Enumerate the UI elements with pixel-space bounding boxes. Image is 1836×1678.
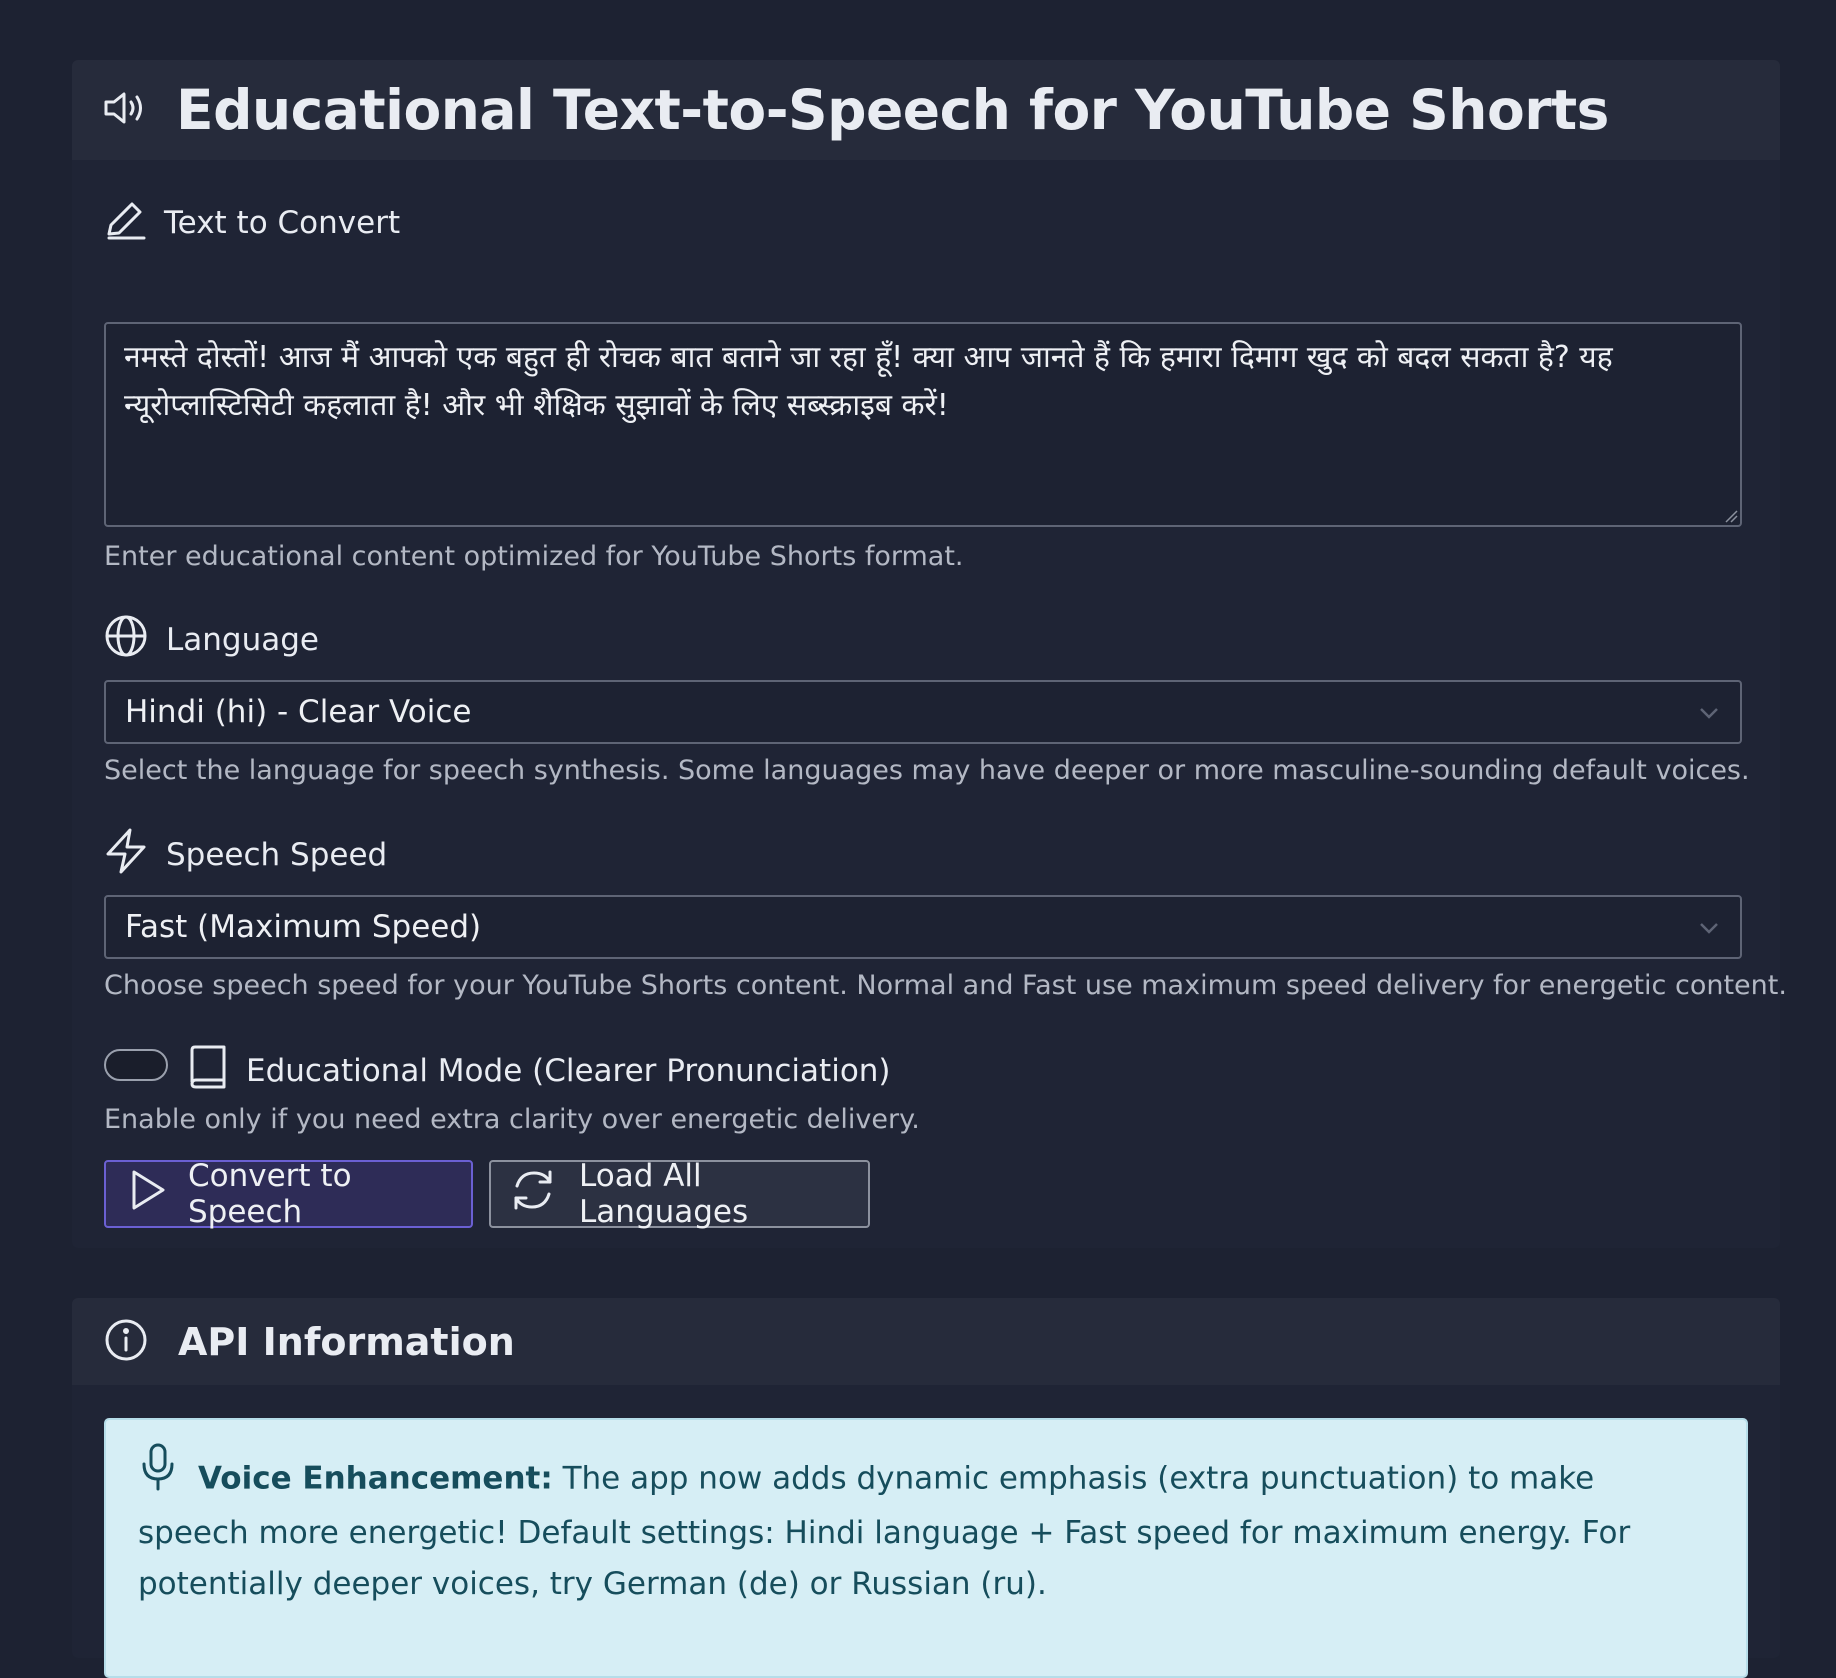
resize-handle-icon[interactable] [1724,509,1738,523]
language-selected-value: Hindi (hi) - Clear Voice [125,694,472,730]
educational-mode-help: Enable only if you need extra clarity ov… [104,1104,920,1135]
book-icon [188,1044,228,1098]
microphone-icon [138,1442,178,1508]
globe-icon [104,614,148,666]
speed-select[interactable]: Fast (Maximum Speed) [104,895,1742,959]
speed-label: Speech Speed [104,828,387,882]
text-field-label: Text to Convert [104,198,400,248]
api-info-card: API Information Voice Enhancement: The a… [72,1298,1780,1678]
lightning-icon [104,828,148,882]
card-header: Educational Text-to-Speech for YouTube S… [72,60,1780,160]
speed-help: Choose speech speed for your YouTube Sho… [104,970,1787,1001]
api-info-title: API Information [178,1319,515,1364]
convert-to-speech-button[interactable]: Convert to Speech [104,1158,473,1230]
alert-title: Voice Enhancement: [198,1460,553,1497]
tts-form-card: Educational Text-to-Speech for YouTube S… [72,60,1787,1248]
language-label: Language [104,614,319,666]
text-input-value: नमस्ते दोस्तों! आज मैं आपको एक बहुत ही र… [124,340,1613,423]
language-help: Select the language for speech synthesis… [104,755,1750,786]
page-title: Educational Text-to-Speech for YouTube S… [176,78,1609,142]
api-info-header: API Information [72,1298,1780,1385]
voice-enhancement-alert: Voice Enhancement: The app now adds dyna… [104,1418,1748,1678]
text-to-convert-input[interactable]: नमस्ते दोस्तों! आज मैं आपको एक बहुत ही र… [104,322,1742,527]
text-field-help: Enter educational content optimized for … [104,541,964,572]
speaker-icon [104,90,148,130]
educational-mode-label: Educational Mode (Clearer Pronunciation) [188,1044,891,1098]
educational-mode-toggle[interactable] [104,1049,168,1081]
language-select[interactable]: Hindi (hi) - Clear Voice [104,680,1742,744]
refresh-icon [509,1168,557,1220]
load-all-languages-button[interactable]: Load All Languages [489,1158,870,1230]
info-icon [104,1318,148,1366]
pencil-icon [104,198,146,248]
speed-selected-value: Fast (Maximum Speed) [125,909,482,945]
chevron-down-icon [1700,708,1718,719]
chevron-down-icon [1700,923,1718,934]
play-icon [130,1169,166,1219]
